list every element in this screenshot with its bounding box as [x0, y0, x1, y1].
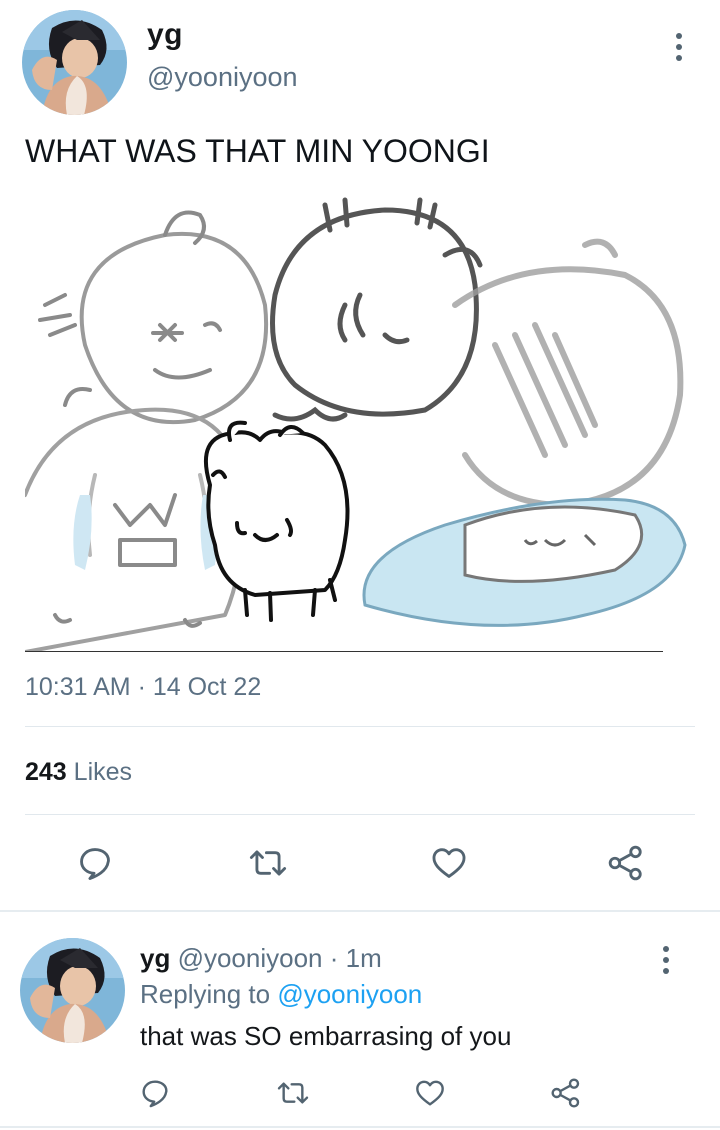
more-vertical-icon[interactable]	[652, 946, 680, 974]
avatar-image	[22, 10, 127, 115]
reply-icon[interactable]	[138, 1076, 172, 1110]
user-handle[interactable]: @yooniyoon	[147, 62, 298, 93]
reply-handle-time[interactable]: @yooniyoon · 1m	[178, 943, 382, 973]
media-border	[25, 651, 663, 652]
retweet-icon[interactable]	[245, 843, 291, 883]
divider	[25, 726, 695, 727]
display-name[interactable]: yg	[147, 18, 183, 52]
tweet-text: WHAT WAS THAT MIN YOONGI	[25, 133, 490, 169]
media-illustration	[25, 197, 687, 652]
retweet-icon[interactable]	[274, 1076, 312, 1110]
reply-icon[interactable]	[75, 843, 115, 883]
avatar[interactable]	[22, 10, 127, 115]
replying-to-label: Replying to	[140, 979, 271, 1009]
likes-label: Likes	[73, 758, 133, 786]
tweet-media-image[interactable]	[25, 195, 688, 652]
share-icon[interactable]	[549, 1076, 583, 1110]
more-vertical-icon[interactable]	[665, 33, 693, 61]
likes-count[interactable]: 243 Likes	[25, 758, 132, 787]
heart-icon[interactable]	[428, 843, 470, 883]
section-divider	[0, 910, 720, 912]
heart-icon[interactable]	[413, 1076, 447, 1110]
replying-to-mention[interactable]: @yooniyoon	[277, 979, 422, 1009]
divider	[25, 814, 695, 815]
reply-header: yg @yooniyoon · 1m	[140, 943, 382, 974]
tweet-timestamp[interactable]: 10:31 AM · 14 Oct 22	[25, 673, 261, 702]
avatar-image	[20, 938, 125, 1043]
reply-text: that was SO embarrasing of you	[140, 1021, 512, 1051]
reply-avatar[interactable]	[20, 938, 125, 1043]
likes-number: 243	[25, 758, 67, 786]
replying-to: Replying to @yooniyoon	[140, 979, 422, 1010]
share-icon[interactable]	[606, 843, 646, 883]
reply-display-name[interactable]: yg	[140, 943, 170, 973]
section-divider	[0, 1126, 720, 1128]
